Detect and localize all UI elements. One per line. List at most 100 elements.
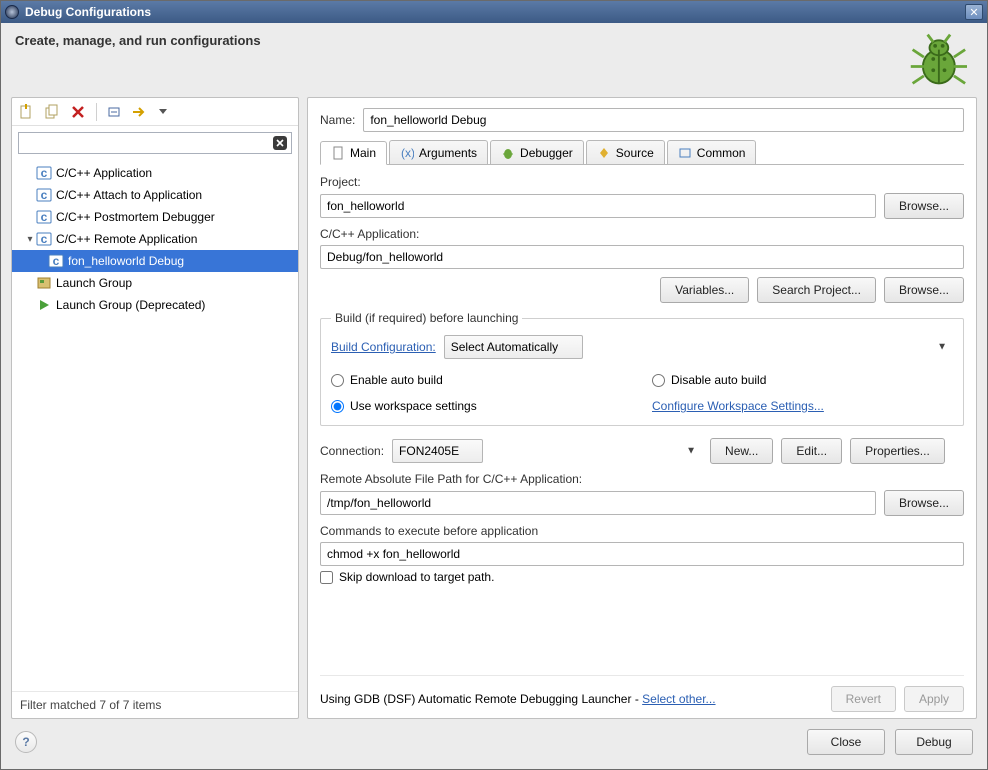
window-close-button[interactable]: ✕ [965,4,983,20]
svg-text:c: c [41,232,48,246]
c-icon: c [36,165,52,181]
chevron-down-icon: ▼ [937,342,947,353]
config-tabs: Main (x) Arguments Debugger Source Common [320,140,964,165]
close-button[interactable]: Close [807,729,885,755]
chevron-down-icon: ▼ [686,446,696,457]
source-icon [597,146,611,160]
args-icon: (x) [400,146,414,160]
disable-auto-build-radio[interactable]: Disable auto build [652,367,953,393]
title-bar: Debug Configurations ✕ [1,1,987,23]
tab-debugger[interactable]: Debugger [490,140,584,164]
apply-button[interactable]: Apply [904,686,964,712]
skip-download-checkbox[interactable]: Skip download to target path. [320,570,964,584]
tree-item[interactable]: c C/C++ Application [12,162,298,184]
filter-status: Filter matched 7 of 7 items [12,691,298,718]
tree-toolbar [12,98,298,126]
connection-properties-button[interactable]: Properties... [850,438,945,464]
filter-input[interactable] [18,132,292,154]
tab-main[interactable]: Main [320,141,387,165]
clear-filter-icon[interactable] [272,135,288,151]
tree-item[interactable]: c fon_helloworld Debug [12,250,298,272]
build-config-link[interactable]: Build Configuration: [331,340,436,354]
connection-select[interactable]: FON2405E [392,439,483,463]
tree-item-label: C/C++ Application [56,166,152,180]
tab-label: Arguments [419,146,477,160]
launch-group-icon [36,275,52,291]
revert-button[interactable]: Revert [831,686,896,712]
bug-graphic-icon [907,29,967,89]
select-other-link[interactable]: Select other... [642,692,715,706]
project-browse-button[interactable]: Browse... [884,193,964,219]
config-name-input[interactable] [363,108,964,132]
eclipse-icon [5,5,19,19]
file-icon [331,146,345,160]
tree-item[interactable]: c C/C++ Attach to Application [12,184,298,206]
collapse-all-icon[interactable] [107,104,123,120]
remote-path-browse-button[interactable]: Browse... [884,490,964,516]
tab-label: Debugger [520,146,573,160]
connection-new-button[interactable]: New... [710,438,773,464]
name-label: Name: [320,113,355,127]
tab-arguments[interactable]: (x) Arguments [389,140,488,164]
project-label: Project: [320,175,964,189]
svg-text:c: c [41,166,48,180]
remote-path-input[interactable] [320,491,876,515]
window-title: Debug Configurations [25,5,965,19]
c-icon: c [36,231,52,247]
svg-text:c: c [41,210,48,224]
tree-item-label: Launch Group (Deprecated) [56,298,205,312]
tree-item-label: Launch Group [56,276,132,290]
tab-common[interactable]: Common [667,140,757,164]
tab-source[interactable]: Source [586,140,665,164]
search-project-button[interactable]: Search Project... [757,277,876,303]
toolbar-separator [96,103,97,121]
commands-label: Commands to execute before application [320,524,964,538]
variables-button[interactable]: Variables... [660,277,749,303]
use-workspace-radio[interactable]: Use workspace settings [331,393,632,419]
tree-item-label: C/C++ Postmortem Debugger [56,210,215,224]
config-tree-panel: c C/C++ Application c C/C++ Attach to Appli… [11,97,299,719]
common-icon [678,146,692,160]
enable-auto-build-radio[interactable]: Enable auto build [331,367,632,393]
tab-label: Source [616,146,654,160]
tree-item-label: fon_helloworld Debug [68,254,184,268]
connection-label: Connection: [320,444,384,458]
c-icon: c [36,187,52,203]
svg-text:c: c [41,188,48,202]
app-input[interactable] [320,245,964,269]
tab-label: Main [350,146,376,160]
c-icon: c [36,209,52,225]
new-config-icon[interactable] [18,104,34,120]
tree-item-label: C/C++ Remote Application [56,232,197,246]
config-detail-panel: Name: Main (x) Arguments Debugger Source Comm… [307,97,977,719]
tree-item[interactable]: Launch Group [12,272,298,294]
tab-label: Common [697,146,746,160]
duplicate-config-icon[interactable] [44,104,60,120]
page-subtitle: Create, manage, and run configurations [15,33,907,48]
config-tree[interactable]: c C/C++ Application c C/C++ Attach to Appli… [12,160,298,691]
tree-item[interactable]: c C/C++ Postmortem Debugger [12,206,298,228]
delete-config-icon[interactable] [70,104,86,120]
app-browse-button[interactable]: Browse... [884,277,964,303]
commands-input[interactable] [320,542,964,566]
app-label: C/C++ Application: [320,227,964,241]
configure-workspace-link[interactable]: Configure Workspace Settings... [652,399,824,413]
connection-edit-button[interactable]: Edit... [781,438,842,464]
play-icon [36,297,52,313]
svg-text:c: c [53,254,60,268]
tree-item[interactable]: Launch Group (Deprecated) [12,294,298,316]
help-button[interactable]: ? [15,731,37,753]
build-config-select[interactable]: Select Automatically [444,335,583,359]
debug-button[interactable]: Debug [895,729,973,755]
filter-icon[interactable] [133,104,149,120]
filter-dropdown-icon[interactable] [159,104,167,120]
tree-item[interactable]: ▾cC/C++ Remote Application [12,228,298,250]
build-fieldset: Build (if required) before launching Bui… [320,311,964,426]
launcher-text: Using GDB (DSF) Automatic Remote Debuggi… [320,692,716,706]
project-input[interactable] [320,194,876,218]
tree-item-label: C/C++ Attach to Application [56,188,202,202]
remote-path-label: Remote Absolute File Path for C/C++ Appl… [320,472,964,486]
c-icon: c [48,253,64,269]
build-legend: Build (if required) before launching [331,311,522,325]
svg-text:(x): (x) [401,146,414,160]
